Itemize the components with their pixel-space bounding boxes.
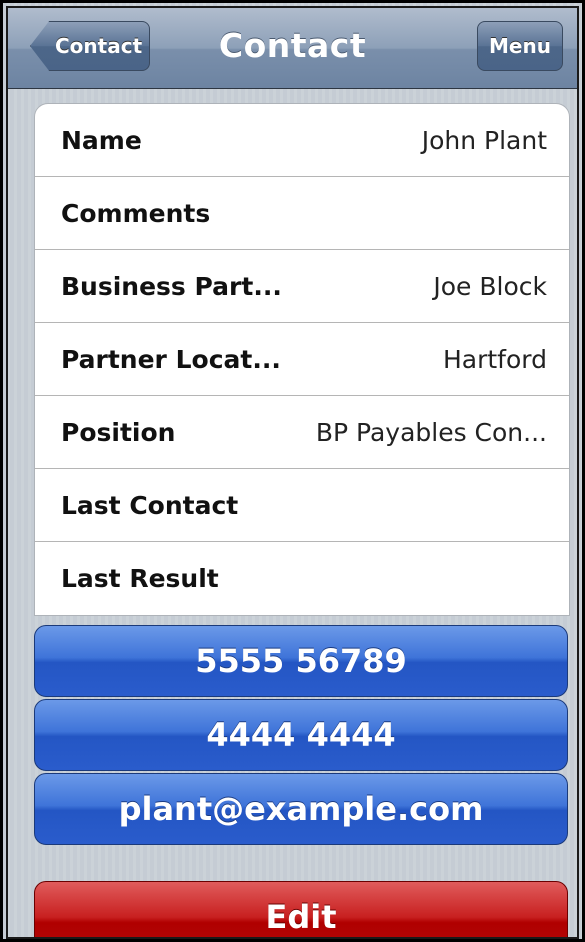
row-label: Last Result — [61, 564, 219, 593]
email-button[interactable]: plant@example.com — [34, 773, 568, 845]
row-label: Name — [61, 126, 142, 155]
call-phone-1-button[interactable]: 5555 56789 — [34, 625, 568, 697]
phone-screen: Contact Contact Menu Name John Plant Com… — [0, 0, 585, 942]
row-partner-location[interactable]: Partner Locat... Hartford — [35, 323, 569, 396]
navigation-bar: Contact Contact Menu — [8, 8, 577, 89]
row-name[interactable]: Name John Plant — [35, 104, 569, 177]
menu-button[interactable]: Menu — [477, 21, 563, 71]
contact-details-table: Name John Plant Comments Business Part..… — [34, 103, 570, 616]
row-value: John Plant — [421, 126, 547, 155]
screen-content: Contact Contact Menu Name John Plant Com… — [6, 6, 579, 939]
row-value: BP Payables Con... — [315, 418, 547, 447]
row-position[interactable]: Position BP Payables Con... — [35, 396, 569, 469]
row-value: Joe Block — [433, 272, 547, 301]
row-label: Last Contact — [61, 491, 239, 520]
row-label: Comments — [61, 199, 211, 228]
row-label: Partner Locat... — [61, 345, 281, 374]
row-last-contact[interactable]: Last Contact — [35, 469, 569, 542]
row-label: Business Part... — [61, 272, 282, 301]
row-label: Position — [61, 418, 176, 447]
row-value: Hartford — [442, 345, 547, 374]
row-business-partner[interactable]: Business Part... Joe Block — [35, 250, 569, 323]
call-phone-2-button[interactable]: 4444 4444 — [34, 699, 568, 771]
row-comments[interactable]: Comments — [35, 177, 569, 250]
edit-button[interactable]: Edit — [34, 881, 568, 937]
row-last-result[interactable]: Last Result — [35, 542, 569, 615]
